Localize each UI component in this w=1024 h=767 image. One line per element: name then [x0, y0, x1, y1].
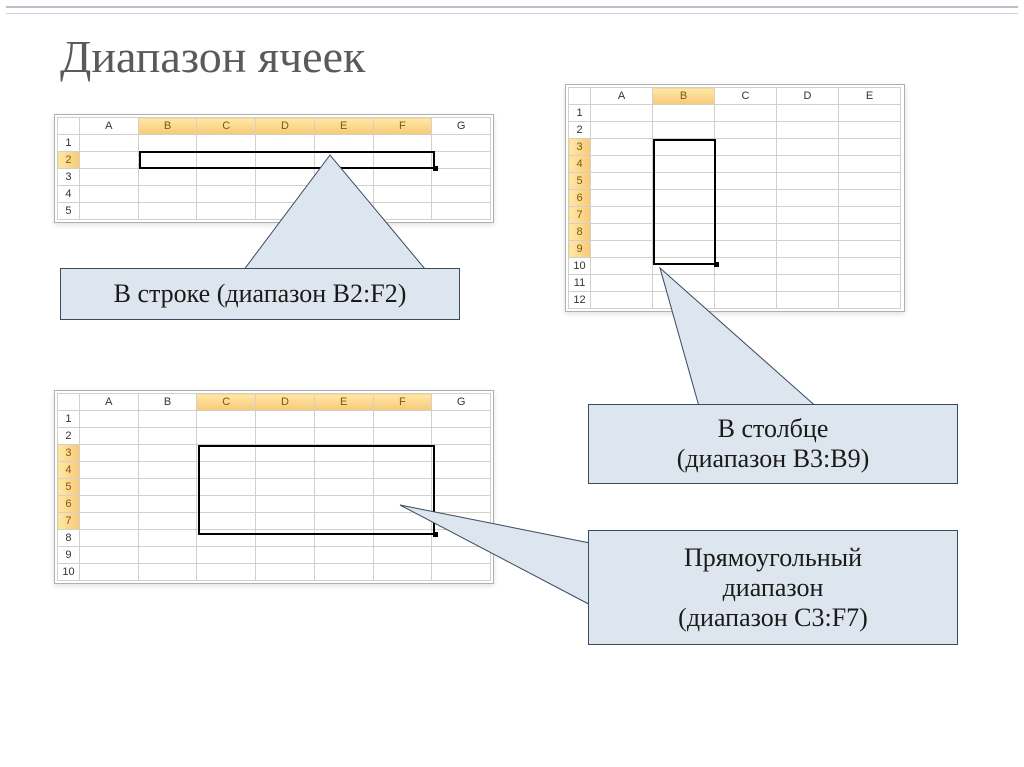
callout-rect-line2: диапазон [723, 573, 824, 603]
callout-row-text: В строке (диапазон B2:F2) [114, 279, 407, 309]
callout-rect-line1: Прямоугольный [684, 543, 862, 573]
callout-col-line2: (диапазон B3:B9) [677, 444, 870, 474]
callout-row: В строке (диапазон B2:F2) [60, 268, 460, 320]
callout-rect-line3: (диапазон C3:F7) [678, 603, 868, 633]
slide-top-border [6, 6, 1018, 14]
callout-col-line1: В столбце [718, 414, 829, 444]
callout-row-tail [210, 155, 470, 285]
callout-rect: Прямоугольный диапазон (диапазон C3:F7) [588, 530, 958, 645]
callout-col-tail [650, 268, 850, 413]
page-title: Диапазон ячеек [60, 30, 365, 83]
callout-col: В столбце (диапазон B3:B9) [588, 404, 958, 484]
